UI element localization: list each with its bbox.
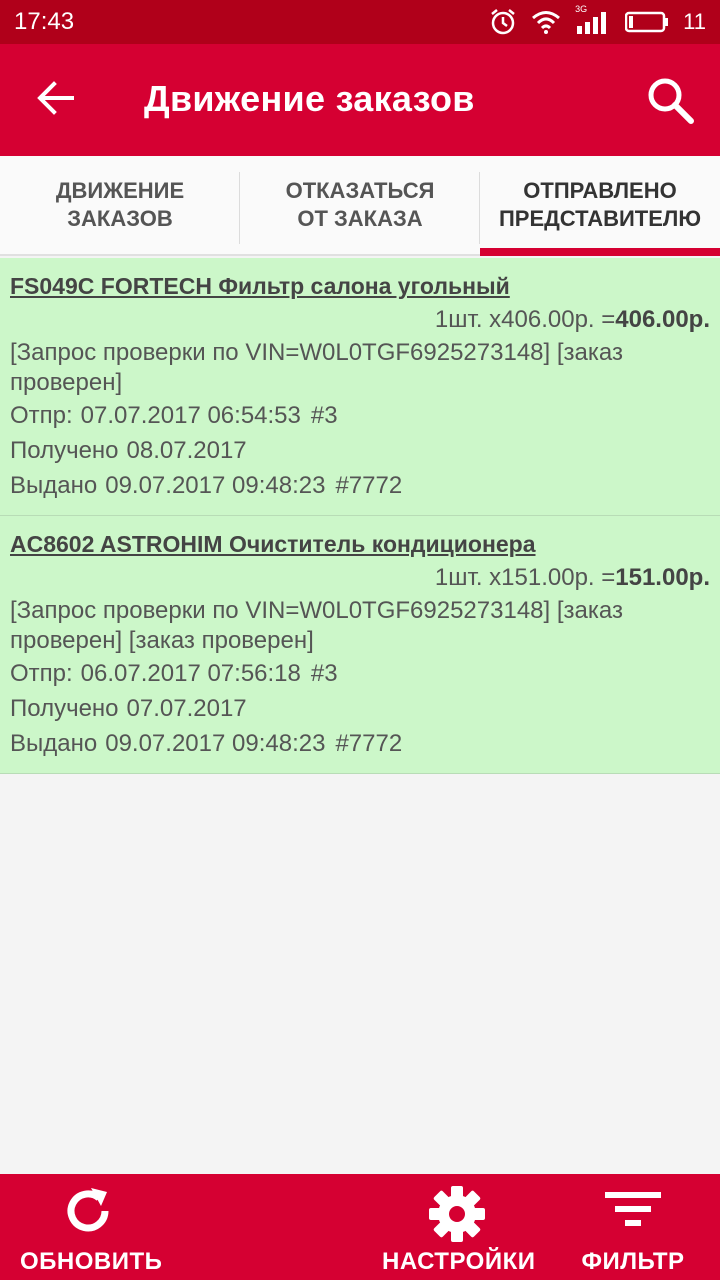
issued-number: #7772: [335, 472, 403, 499]
order-note: [Запрос проверки по VIN=W0L0TGF692527314…: [10, 597, 623, 654]
order-qty-price: 1шт. x151.00р. =: [434, 564, 616, 591]
sent-value: 07.07.2017 06:54:53: [80, 402, 301, 429]
app-bar: Движение заказов: [0, 44, 720, 156]
status-time: 17:43: [14, 8, 75, 35]
gear-icon: [427, 1184, 487, 1249]
alarm-icon: [489, 8, 517, 36]
order-price: 1шт. x406.00р. =406.00р.: [10, 304, 710, 336]
order-name[interactable]: AC8602 ASTROHIM Очиститель кондиционера: [10, 526, 710, 562]
filter-button[interactable]: ФИЛЬТР: [578, 1174, 688, 1280]
sent-label: Отпр:: [10, 402, 73, 429]
order-total: 406.00р.: [615, 306, 710, 333]
issued-number: #7772: [335, 730, 403, 757]
order-received-row: Получено 08.07.2017: [10, 433, 710, 468]
sent-value: 06.07.2017 07:56:18: [80, 660, 301, 687]
received-label: Получено: [10, 437, 119, 464]
order-sent-row: Отпр: 06.07.2017 07:56:18 #3: [10, 656, 710, 691]
settings-button[interactable]: НАСТРОЙКИ: [382, 1174, 536, 1280]
sent-number: #3: [310, 402, 338, 429]
page-title: Движение заказов: [144, 78, 475, 119]
status-icons: 3G 11: [489, 4, 706, 36]
tab-bar: ДВИЖЕНИЕ ЗАКАЗОВ ОТКАЗАТЬСЯ ОТ ЗАКАЗА ОТ…: [0, 156, 720, 256]
order-name[interactable]: FS049C FORTECH Фильтр салона угольный: [10, 268, 710, 304]
status-bar: 17:43 3G 11: [0, 0, 720, 44]
order-item[interactable]: AC8602 ASTROHIM Очиститель кондиционера …: [0, 516, 720, 774]
order-issued-row: Выдано 09.07.2017 09:48:23 #7772: [10, 726, 710, 761]
wifi-icon: [531, 10, 561, 34]
order-received-row: Получено 07.07.2017: [10, 691, 710, 726]
sent-label: Отпр:: [10, 660, 73, 687]
sent-number: #3: [310, 660, 338, 687]
refresh-label: ОБНОВИТЬ: [20, 1248, 163, 1275]
order-price: 1шт. x151.00р. =151.00р.: [10, 562, 710, 594]
signal-icon: 3G: [575, 4, 611, 34]
search-button[interactable]: [640, 72, 700, 132]
battery-level: 11: [683, 9, 706, 34]
order-issued-row: Выдано 09.07.2017 09:48:23 #7772: [10, 468, 710, 503]
tab-sent-to-representative[interactable]: ОТПРАВЛЕНО ПРЕДСТАВИТЕЛЮ: [480, 156, 720, 256]
issued-value: 09.07.2017 09:48:23: [105, 472, 326, 499]
refresh-icon: [61, 1184, 115, 1243]
order-qty-price: 1шт. x406.00р. =: [434, 306, 616, 333]
issued-value: 09.07.2017 09:48:23: [105, 730, 326, 757]
bottom-action-bar: ОБНОВИТЬ НАСТРОЙКИ ФИЛЬТР: [0, 1174, 720, 1280]
network-type: 3G: [575, 4, 588, 14]
order-item[interactable]: FS049C FORTECH Фильтр салона угольный 1ш…: [0, 258, 720, 516]
order-total: 151.00р.: [615, 564, 710, 591]
settings-label: НАСТРОЙКИ: [382, 1248, 536, 1275]
filter-label: ФИЛЬТР: [581, 1248, 685, 1275]
issued-label: Выдано: [10, 730, 98, 757]
order-note: [Запрос проверки по VIN=W0L0TGF692527314…: [10, 339, 623, 396]
back-button[interactable]: [28, 76, 84, 124]
tab-order-movement[interactable]: ДВИЖЕНИЕ ЗАКАЗОВ: [0, 156, 240, 256]
filter-icon: [603, 1184, 663, 1239]
arrow-left-icon: [36, 80, 76, 121]
order-sent-row: Отпр: 07.07.2017 06:54:53 #3: [10, 398, 710, 433]
tab-cancel-order[interactable]: ОТКАЗАТЬСЯ ОТ ЗАКАЗА: [240, 156, 480, 256]
issued-label: Выдано: [10, 472, 98, 499]
battery-icon: [625, 11, 669, 33]
search-icon: [645, 75, 695, 130]
received-label: Получено: [10, 695, 119, 722]
order-list: FS049C FORTECH Фильтр салона угольный 1ш…: [0, 258, 720, 774]
received-value: 07.07.2017: [126, 695, 247, 722]
refresh-button[interactable]: ОБНОВИТЬ: [20, 1174, 163, 1280]
received-value: 08.07.2017: [126, 437, 247, 464]
